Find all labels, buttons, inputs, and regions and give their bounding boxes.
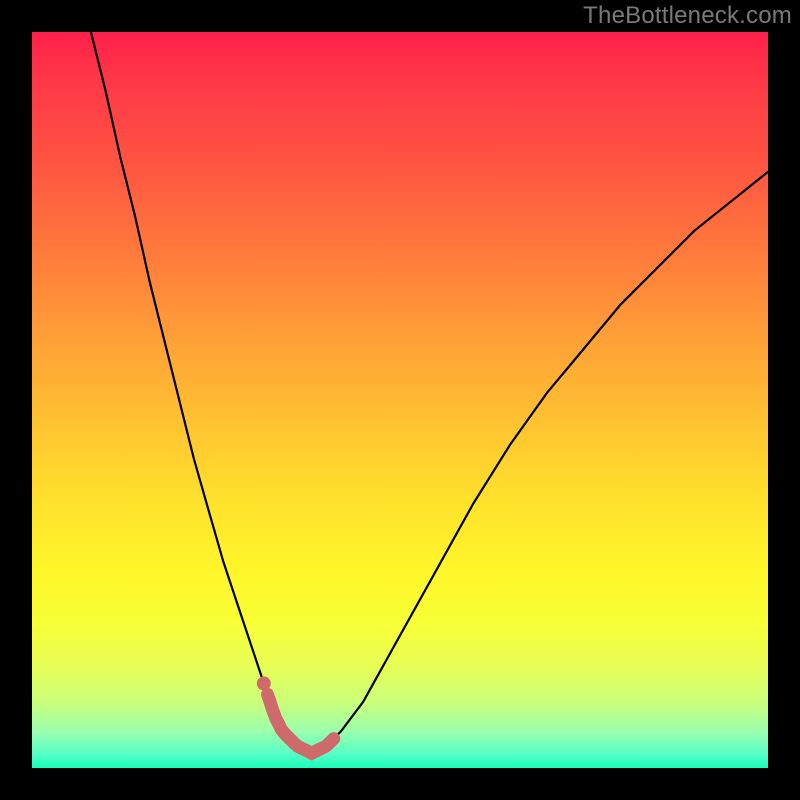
chart-svg: [32, 32, 768, 768]
watermark-text: TheBottleneck.com: [583, 2, 792, 30]
plot-area: [32, 32, 768, 768]
highlight-segment: [268, 694, 334, 753]
bottleneck-curve: [91, 32, 768, 753]
highlight-dot: [257, 676, 271, 690]
chart-frame: TheBottleneck.com: [0, 0, 800, 800]
